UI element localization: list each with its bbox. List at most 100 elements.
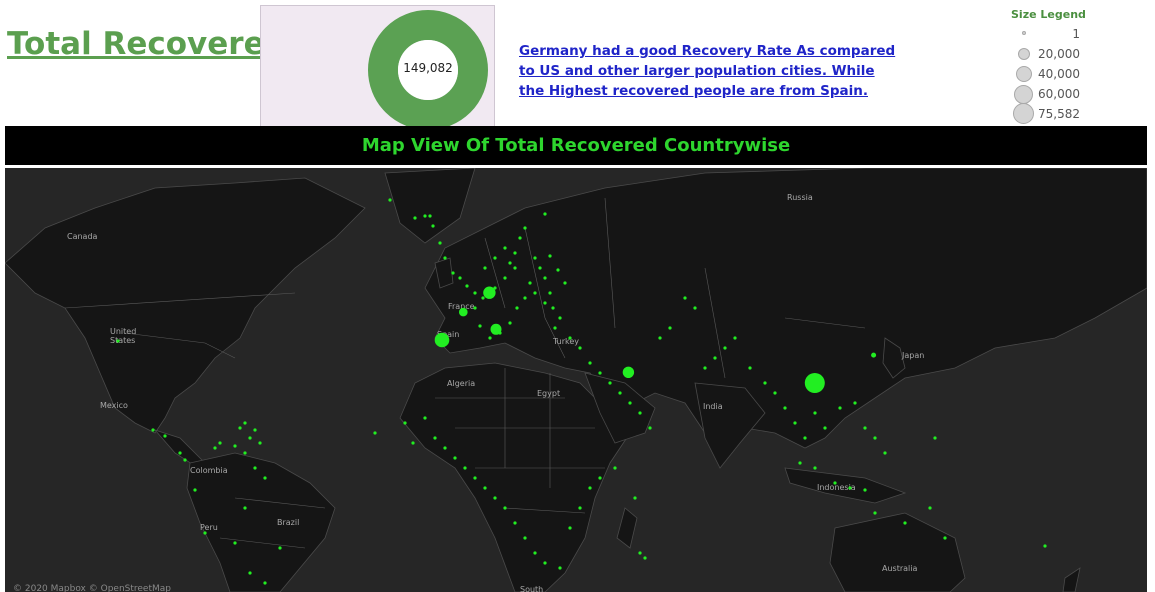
map-point[interactable] bbox=[523, 296, 527, 300]
map-point[interactable] bbox=[523, 226, 527, 230]
map-point[interactable] bbox=[248, 571, 252, 575]
map-point[interactable] bbox=[503, 506, 507, 510]
map-point[interactable] bbox=[638, 551, 642, 555]
map-point[interactable] bbox=[428, 214, 432, 218]
map-point[interactable] bbox=[493, 496, 497, 500]
insight-text[interactable]: Germany had a good Recovery Rate As comp… bbox=[519, 41, 899, 101]
map-point[interactable] bbox=[683, 296, 687, 300]
map-point[interactable] bbox=[258, 441, 262, 445]
map-point[interactable] bbox=[638, 411, 642, 415]
map-point[interactable] bbox=[783, 406, 787, 410]
map-point[interactable] bbox=[798, 461, 802, 465]
map-point[interactable] bbox=[423, 214, 427, 218]
map-point[interactable] bbox=[548, 254, 552, 258]
map-point[interactable] bbox=[413, 216, 417, 220]
map-point[interactable] bbox=[373, 431, 377, 435]
country-marker[interactable] bbox=[459, 307, 468, 317]
map-point[interactable] bbox=[503, 276, 507, 280]
map-point[interactable] bbox=[233, 444, 237, 448]
total-recovered-donut[interactable]: 149,082 bbox=[260, 5, 495, 127]
map-point[interactable] bbox=[733, 336, 737, 340]
map-point[interactable] bbox=[588, 486, 592, 490]
map-point[interactable] bbox=[473, 291, 477, 295]
country-marker[interactable] bbox=[871, 352, 877, 358]
map-point[interactable] bbox=[543, 301, 547, 305]
map-point[interactable] bbox=[538, 266, 542, 270]
map-point[interactable] bbox=[558, 316, 562, 320]
map-point[interactable] bbox=[518, 236, 522, 240]
country-marker[interactable] bbox=[490, 323, 502, 335]
map-point[interactable] bbox=[451, 271, 455, 275]
map-point[interactable] bbox=[613, 466, 617, 470]
map-point[interactable] bbox=[793, 421, 797, 425]
map-point[interactable] bbox=[556, 268, 560, 272]
map-point[interactable] bbox=[243, 421, 247, 425]
map-point[interactable] bbox=[116, 339, 120, 343]
map-point[interactable] bbox=[803, 436, 807, 440]
map-point[interactable] bbox=[483, 486, 487, 490]
map-point[interactable] bbox=[238, 426, 242, 430]
country-marker[interactable] bbox=[804, 373, 825, 393]
map-point[interactable] bbox=[253, 466, 257, 470]
map-point[interactable] bbox=[633, 496, 637, 500]
map-point[interactable] bbox=[598, 371, 602, 375]
map-point[interactable] bbox=[481, 296, 485, 300]
map-point[interactable] bbox=[533, 551, 537, 555]
map-point[interactable] bbox=[813, 466, 817, 470]
map-point[interactable] bbox=[533, 256, 537, 260]
map-point[interactable] bbox=[863, 426, 867, 430]
map-point[interactable] bbox=[513, 521, 517, 525]
map-point[interactable] bbox=[943, 536, 947, 540]
map-point[interactable] bbox=[553, 326, 557, 330]
map-point[interactable] bbox=[388, 198, 392, 202]
map-point[interactable] bbox=[533, 291, 537, 295]
world-map[interactable]: Canada United States Mexico Colombia Peru Braz… bbox=[5, 168, 1147, 592]
map-point[interactable] bbox=[528, 281, 532, 285]
map-point[interactable] bbox=[618, 391, 622, 395]
map-point[interactable] bbox=[628, 401, 632, 405]
map-point[interactable] bbox=[548, 291, 552, 295]
map-point[interactable] bbox=[853, 401, 857, 405]
map-point[interactable] bbox=[598, 476, 602, 480]
map-point[interactable] bbox=[648, 426, 652, 430]
map-point[interactable] bbox=[248, 436, 252, 440]
map-point[interactable] bbox=[213, 446, 217, 450]
map-point[interactable] bbox=[503, 246, 507, 250]
map-point[interactable] bbox=[443, 446, 447, 450]
map-point[interactable] bbox=[465, 284, 469, 288]
map-point[interactable] bbox=[263, 581, 267, 585]
map-point[interactable] bbox=[443, 256, 447, 260]
map-point[interactable] bbox=[193, 488, 197, 492]
map-point[interactable] bbox=[928, 506, 932, 510]
map-point[interactable] bbox=[703, 366, 707, 370]
map-point[interactable] bbox=[693, 306, 697, 310]
map-point[interactable] bbox=[515, 306, 519, 310]
map-point[interactable] bbox=[478, 324, 482, 328]
map-point[interactable] bbox=[513, 266, 517, 270]
map-point[interactable] bbox=[823, 426, 827, 430]
map-point[interactable] bbox=[723, 346, 727, 350]
map-point[interactable] bbox=[873, 436, 877, 440]
map-point[interactable] bbox=[151, 428, 155, 432]
map-point[interactable] bbox=[578, 506, 582, 510]
map-point[interactable] bbox=[473, 476, 477, 480]
map-point[interactable] bbox=[243, 451, 247, 455]
map-point[interactable] bbox=[833, 481, 837, 485]
map-point[interactable] bbox=[488, 336, 492, 340]
map-point[interactable] bbox=[848, 486, 852, 490]
map-point[interactable] bbox=[668, 326, 672, 330]
map-point[interactable] bbox=[431, 224, 435, 228]
map-point[interactable] bbox=[578, 346, 582, 350]
map-point[interactable] bbox=[453, 456, 457, 460]
map-point[interactable] bbox=[278, 546, 282, 550]
map-canvas[interactable]: Canada United States Mexico Colombia Peru Braz… bbox=[5, 168, 1147, 592]
map-point[interactable] bbox=[423, 416, 427, 420]
map-point[interactable] bbox=[558, 566, 562, 570]
map-point[interactable] bbox=[873, 511, 877, 515]
map-point[interactable] bbox=[178, 451, 182, 455]
map-point[interactable] bbox=[483, 266, 487, 270]
map-point[interactable] bbox=[218, 441, 222, 445]
country-marker[interactable] bbox=[434, 332, 450, 348]
map-point[interactable] bbox=[713, 356, 717, 360]
map-point[interactable] bbox=[863, 488, 867, 492]
